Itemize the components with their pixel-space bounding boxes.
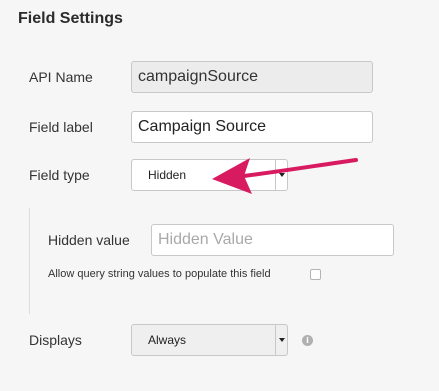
api-name-input[interactable] bbox=[131, 61, 373, 93]
info-icon[interactable]: i bbox=[302, 335, 313, 346]
chevron-down-icon[interactable] bbox=[275, 160, 287, 190]
field-label-input[interactable] bbox=[131, 111, 373, 143]
field-type-value: Hidden bbox=[148, 168, 187, 182]
displays-select[interactable]: Always bbox=[131, 324, 288, 356]
query-string-label: Allow query string values to populate th… bbox=[48, 268, 271, 280]
field-label-label: Field label bbox=[29, 119, 93, 135]
field-settings-panel: Field Settings API Name Field label Fiel… bbox=[0, 0, 439, 391]
panel-title: Field Settings bbox=[18, 10, 123, 27]
hidden-value-label: Hidden value bbox=[48, 232, 130, 248]
hidden-value-input[interactable] bbox=[151, 224, 394, 256]
api-name-label: API Name bbox=[29, 69, 93, 85]
displays-label: Displays bbox=[29, 332, 82, 348]
query-string-checkbox[interactable] bbox=[310, 269, 321, 280]
chevron-down-icon[interactable] bbox=[275, 325, 287, 355]
displays-value: Always bbox=[148, 333, 187, 347]
field-type-label: Field type bbox=[29, 167, 90, 183]
field-type-select[interactable]: Hidden bbox=[131, 159, 288, 191]
